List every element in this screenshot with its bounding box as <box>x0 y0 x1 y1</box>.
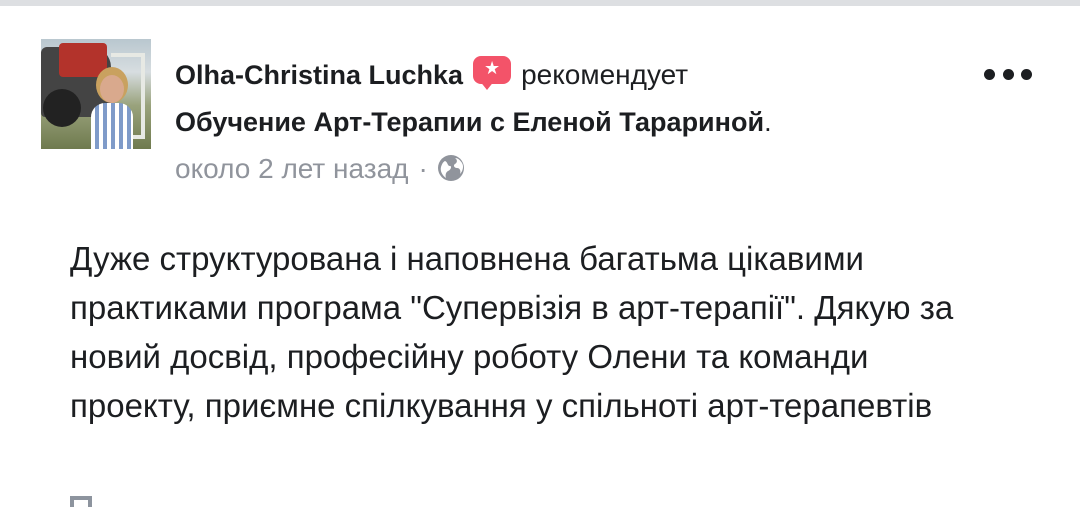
review-text: Дуже структурована і наповнена багатьма … <box>70 240 954 424</box>
recommended-page-link[interactable]: Обучение Арт-Терапии с Еленой Тарариной <box>175 107 764 137</box>
page-suffix: . <box>764 107 772 137</box>
review-post: Olha-Christina Luchka ★ рекомендует Обучен… <box>0 6 1080 507</box>
avatar-photo-person-body <box>91 103 133 149</box>
post-timestamp[interactable]: около 2 лет назад <box>175 153 409 184</box>
avatar-photo-machine-cab <box>59 43 107 77</box>
star-bubble-icon: ★ <box>473 56 512 90</box>
meta-separator: · <box>418 153 428 184</box>
globe-icon[interactable] <box>436 153 466 183</box>
post-meta: около 2 лет назад · <box>175 152 466 186</box>
next-content-fragment <box>70 496 92 507</box>
avatar[interactable] <box>41 39 151 149</box>
avatar-photo-wheel <box>43 89 81 127</box>
author-name[interactable]: Olha-Christina Luchka <box>175 60 463 90</box>
more-options-icon[interactable] <box>984 64 1032 84</box>
avatar-photo-person-head <box>100 75 124 103</box>
recommended-page-line: Обучение Арт-Терапии с Еленой Тарариной. <box>175 105 772 139</box>
recommends-verb: рекомендует <box>521 59 689 90</box>
post-header-line: Olha-Christina Luchka ★ рекомендует <box>175 56 688 92</box>
